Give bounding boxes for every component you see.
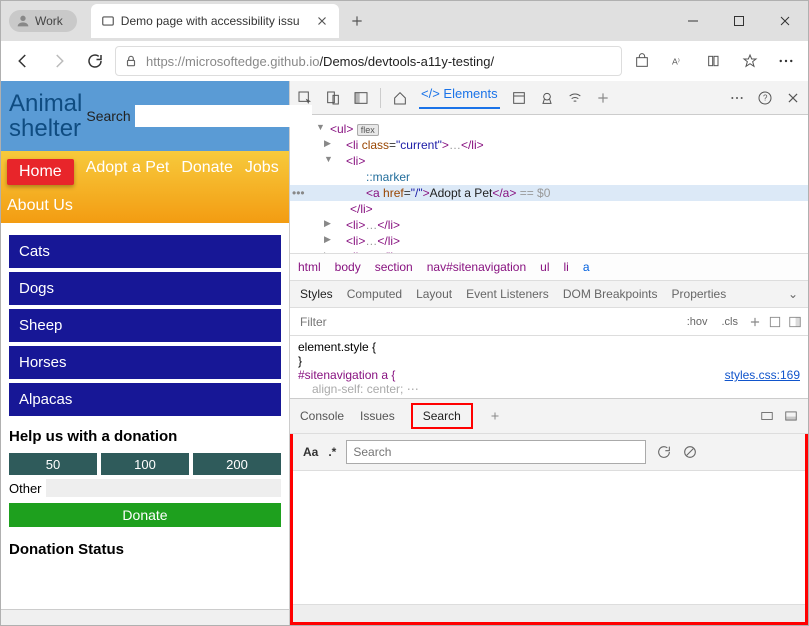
refresh-button[interactable] [79, 45, 111, 77]
forward-button [43, 45, 75, 77]
back-button[interactable] [7, 45, 39, 77]
drawer-search-input[interactable] [346, 440, 646, 464]
drawer-expand-icon[interactable] [760, 409, 774, 423]
tab-layout[interactable]: Layout [416, 287, 452, 301]
nav-about[interactable]: About Us [7, 197, 73, 215]
tab-elements[interactable]: </> Elements [419, 86, 500, 109]
main-nav: Home Adopt a Pet Donate Jobs About Us [1, 151, 289, 223]
person-icon [15, 13, 31, 29]
css-rules[interactable]: element.style { } styles.css:169#sitenav… [290, 336, 808, 398]
browser-tab[interactable]: Demo page with accessibility issu [91, 4, 339, 38]
search-footer [293, 604, 805, 622]
welcome-icon[interactable] [391, 89, 409, 107]
tab-console[interactable]: Console [300, 409, 344, 423]
add-drawer-tab-icon[interactable] [489, 410, 501, 422]
nav-adopt[interactable]: Adopt a Pet [86, 159, 170, 185]
source-link[interactable]: styles.css:169 [725, 368, 800, 382]
hov-toggle[interactable]: :hov [683, 314, 712, 330]
nav-home[interactable]: Home [7, 159, 74, 185]
new-rule-icon[interactable] [748, 315, 762, 329]
regex-toggle[interactable]: .* [328, 445, 336, 459]
dock-icon[interactable] [352, 89, 370, 107]
donate-amount-button[interactable]: 200 [193, 453, 281, 475]
inspect-icon[interactable] [296, 89, 314, 107]
donate-amount-button[interactable]: 50 [9, 453, 97, 475]
animal-link[interactable]: Sheep [9, 309, 281, 342]
network-icon[interactable] [566, 89, 584, 107]
styles-filter-input[interactable] [296, 310, 683, 334]
cls-toggle[interactable]: .cls [718, 314, 743, 330]
read-aloud-button[interactable]: A⁾ [662, 45, 694, 77]
animal-link[interactable]: Cats [9, 235, 281, 268]
minimize-button[interactable] [670, 5, 716, 37]
search-results [293, 471, 805, 604]
donate-amount-button[interactable]: 100 [101, 453, 189, 475]
donation-heading: Help us with a donation [9, 428, 281, 445]
page-title: Animal shelter [9, 91, 82, 141]
search-label: Search [86, 108, 130, 124]
app-icon[interactable] [510, 89, 528, 107]
more-icon[interactable] [728, 89, 746, 107]
maximize-button[interactable] [716, 5, 762, 37]
tab-issues[interactable]: Issues [360, 409, 395, 423]
plus-icon [350, 14, 364, 28]
horizontal-scrollbar[interactable] [1, 609, 289, 625]
computed-panel-icon[interactable] [788, 315, 802, 329]
donate-other-label: Other [9, 481, 42, 496]
profile-pill[interactable]: Work [9, 10, 77, 32]
donation-status-heading: Donation Status [9, 541, 281, 558]
profile-label: Work [35, 14, 63, 28]
tab-favicon-icon [101, 14, 115, 28]
svg-text:?: ? [763, 93, 768, 102]
animal-link[interactable]: Dogs [9, 272, 281, 305]
breadcrumb[interactable]: html body section nav#sitenavigation ul … [290, 253, 808, 281]
settings-menu-button[interactable] [770, 45, 802, 77]
devtools-close-icon[interactable] [784, 89, 802, 107]
help-icon[interactable]: ? [756, 89, 774, 107]
tab-title: Demo page with accessibility issu [121, 14, 309, 28]
clear-search-icon[interactable] [682, 444, 698, 460]
dom-tree[interactable]: ▼<ul> flex ▶<li class="current">…</li> ▼… [290, 115, 808, 253]
tab-dom-breakpoints[interactable]: DOM Breakpoints [563, 287, 658, 301]
tab-search[interactable]: Search [411, 403, 473, 429]
tab-styles[interactable]: Styles [300, 287, 333, 301]
add-tab-icon[interactable] [594, 89, 612, 107]
close-icon[interactable] [315, 14, 329, 28]
tab-properties[interactable]: Properties [672, 287, 727, 301]
url-text: https://microsoftedge.github.io/Demos/de… [146, 54, 613, 69]
match-case-toggle[interactable]: Aa [303, 445, 318, 459]
tab-listeners[interactable]: Event Listeners [466, 287, 549, 301]
search-input[interactable] [135, 105, 312, 127]
donate-submit-button[interactable]: Donate [9, 503, 281, 527]
svg-text:A⁾: A⁾ [672, 56, 680, 66]
drawer-dock-icon[interactable] [784, 409, 798, 423]
donate-other-input[interactable] [46, 479, 281, 497]
animal-link[interactable]: Alpacas [9, 383, 281, 416]
favorite-button[interactable] [734, 45, 766, 77]
lock-icon [124, 54, 138, 68]
collections-button[interactable] [698, 45, 730, 77]
device-icon[interactable] [324, 89, 342, 107]
sources-icon[interactable] [538, 89, 556, 107]
nav-donate[interactable]: Donate [181, 159, 233, 185]
shopping-button[interactable] [626, 45, 658, 77]
chevron-down-icon[interactable]: ⌄ [788, 287, 798, 301]
window-close-button[interactable] [762, 5, 808, 37]
tab-computed[interactable]: Computed [347, 287, 402, 301]
address-bar[interactable]: https://microsoftedge.github.io/Demos/de… [115, 46, 622, 76]
refresh-search-icon[interactable] [656, 444, 672, 460]
flexbox-icon[interactable] [768, 315, 782, 329]
nav-jobs[interactable]: Jobs [245, 159, 279, 185]
new-tab-button[interactable] [343, 7, 371, 35]
animal-link[interactable]: Horses [9, 346, 281, 379]
